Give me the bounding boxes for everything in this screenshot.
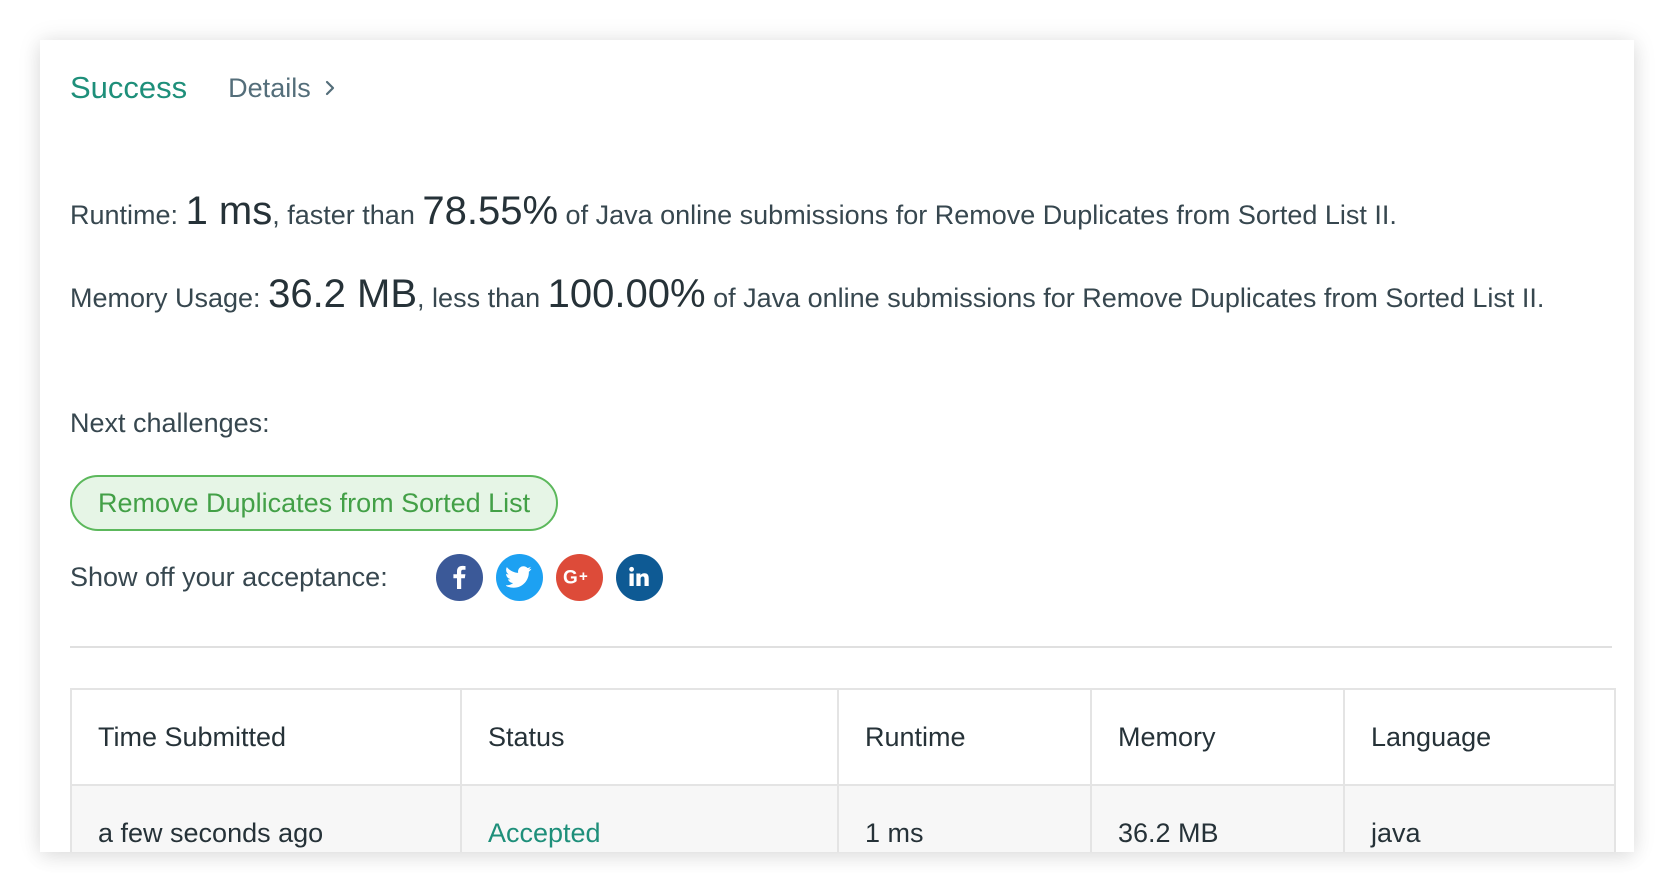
memory-label: Memory Usage:: [70, 283, 261, 313]
memory-comparison: , less than: [417, 283, 541, 313]
next-challenges-label: Next challenges:: [70, 408, 270, 438]
result-header: Success Details: [70, 68, 335, 108]
column-header-language[interactable]: Language: [1343, 688, 1616, 786]
section-divider: [70, 646, 1612, 648]
column-header-time[interactable]: Time Submitted: [70, 688, 462, 786]
memory-suffix: of Java online submissions for Remove Du…: [713, 283, 1545, 313]
next-challenge-button[interactable]: Remove Duplicates from Sorted List: [70, 475, 559, 531]
column-header-runtime[interactable]: Runtime: [837, 688, 1092, 786]
cell-status: Accepted: [460, 784, 839, 852]
social-share-buttons: G +: [435, 553, 663, 601]
cell-runtime: 1 ms: [837, 784, 1092, 852]
memory-value: 36.2 MB: [268, 272, 418, 316]
cell-language: java: [1343, 784, 1616, 852]
chevron-right-icon: [325, 80, 335, 96]
memory-summary: Memory Usage: 36.2 MB, less than 100.00%…: [70, 273, 1615, 319]
share-row: Show off your acceptance: G +: [70, 553, 663, 601]
table-header-row: Time Submitted Status Runtime Memory Lan…: [70, 688, 1616, 786]
cell-memory: 36.2 MB: [1090, 784, 1345, 852]
facebook-icon[interactable]: [435, 553, 483, 601]
column-header-status[interactable]: Status: [460, 688, 839, 786]
runtime-value: 1 ms: [185, 189, 273, 233]
runtime-summary: Runtime: 1 ms, faster than 78.55% of Jav…: [70, 190, 1397, 236]
details-link[interactable]: Details: [228, 73, 335, 104]
runtime-label: Runtime:: [70, 200, 179, 230]
runtime-suffix: of Java online submissions for Remove Du…: [565, 200, 1397, 230]
cell-time-submitted: a few seconds ago: [70, 784, 462, 852]
runtime-percent: 78.55%: [422, 189, 559, 233]
table-row: a few seconds ago Accepted 1 ms 36.2 MB …: [70, 784, 1616, 852]
status-accepted-link[interactable]: Accepted: [488, 818, 601, 848]
svg-text:+: +: [579, 568, 588, 585]
runtime-comparison: , faster than: [272, 200, 415, 230]
details-label: Details: [228, 72, 311, 103]
submission-result-card: Success Details Runtime: 1 ms, faster th…: [40, 40, 1634, 852]
share-label: Show off your acceptance:: [70, 561, 388, 592]
linkedin-icon[interactable]: [615, 553, 663, 601]
memory-percent: 100.00%: [547, 272, 706, 316]
google-plus-icon[interactable]: G +: [555, 553, 603, 601]
submissions-table: Time Submitted Status Runtime Memory Lan…: [70, 688, 1616, 852]
twitter-icon[interactable]: [495, 553, 543, 601]
card-content: Success Details Runtime: 1 ms, faster th…: [70, 40, 1616, 852]
column-header-memory[interactable]: Memory: [1090, 688, 1345, 786]
status-title: Success: [70, 70, 188, 105]
svg-text:G: G: [563, 568, 578, 589]
